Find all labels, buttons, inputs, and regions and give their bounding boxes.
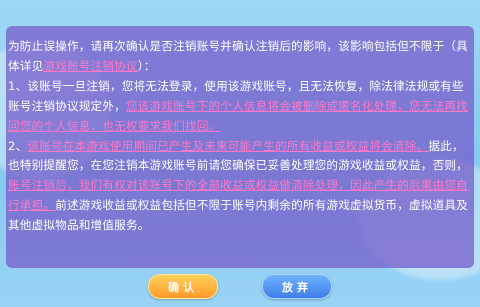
item-2-highlight: 该账号在本游戏使用期间已产生及未来可能产生的所有收益或权益将会清除。 [27,138,429,153]
item-2: 2、该账号在本游戏使用期间已产生及未来可能产生的所有收益或权益将会清除。据此，也… [8,137,474,237]
intro-text-end: ）： [137,58,156,73]
cancel-button[interactable]: 放弃 [262,274,332,299]
item-2-text-end: 前述游戏收益或权益包括但不限于账号内剩余的所有游戏虚拟货币，虚拟道具及其他虚拟物… [8,198,468,233]
account-cancellation-screen: 为防止误操作，请再次确认是否注销账号并确认注销后的影响，该影响包括但不限于（具体… [0,0,480,307]
confirm-button[interactable]: 确认 [148,274,218,299]
dialog-body: 为防止误操作，请再次确认是否注销账号并确认注销后的影响，该影响包括但不限于（具体… [8,37,474,236]
item-1: 1、该账号一旦注销，您将无法登录，使用该游戏账号，且无法恢复，除法律法规或有些账… [8,77,474,137]
intro-paragraph: 为防止误操作，请再次确认是否注销账号并确认注销后的影响，该影响包括但不限于（具体… [8,37,474,77]
agreement-link[interactable]: 游戏账号注销协议 [43,59,137,73]
item-2-number: 2、 [8,138,28,153]
